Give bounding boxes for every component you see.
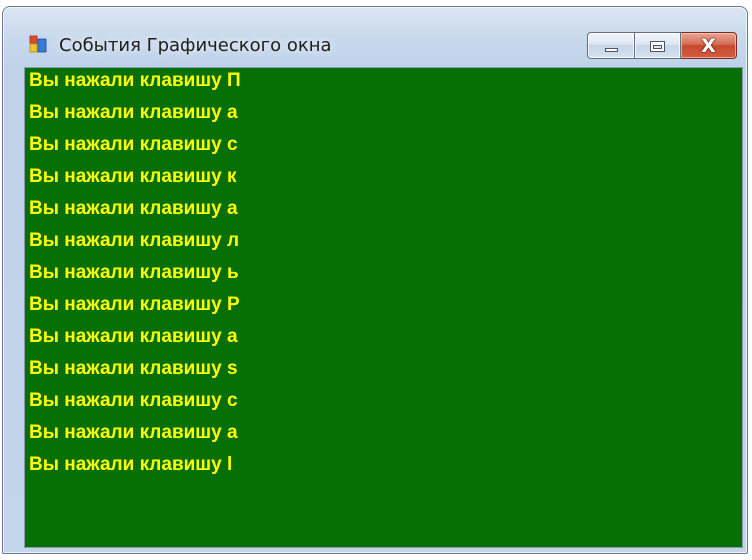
maximize-button[interactable]	[635, 32, 681, 59]
window-title: События Графического окна	[59, 35, 332, 56]
key-message: Вы нажали клавишу к	[29, 166, 237, 187]
title-bar[interactable]: События Графического окна X	[3, 7, 747, 65]
maximize-icon	[650, 41, 665, 52]
key-message: Вы нажали клавишу л	[29, 230, 240, 251]
key-message: Вы нажали клавишу s	[29, 358, 238, 379]
key-message: Вы нажали клавишу с	[29, 134, 238, 155]
key-message: Вы нажали клавишу ь	[29, 262, 239, 283]
minimize-icon	[605, 48, 618, 52]
graphics-canvas[interactable]: Вы нажали клавишу П Вы нажали клавишу а …	[24, 67, 743, 548]
key-message: Вы нажали клавишу а	[29, 326, 238, 347]
caption-buttons: X	[587, 32, 737, 59]
key-message: Вы нажали клавишу l	[29, 454, 233, 475]
key-message: Вы нажали клавишу П	[29, 70, 241, 91]
app-window: События Графического окна X Вы нажали кл…	[2, 6, 748, 554]
minimize-button[interactable]	[587, 32, 635, 59]
close-button[interactable]: X	[681, 32, 737, 59]
key-message: Вы нажали клавишу а	[29, 422, 238, 443]
key-message: Вы нажали клавишу с	[29, 390, 238, 411]
key-message: Вы нажали клавишу а	[29, 198, 238, 219]
app-icon[interactable]	[29, 35, 47, 53]
key-message: Вы нажали клавишу Р	[29, 294, 240, 315]
key-message: Вы нажали клавишу а	[29, 102, 238, 123]
close-icon: X	[701, 34, 716, 57]
